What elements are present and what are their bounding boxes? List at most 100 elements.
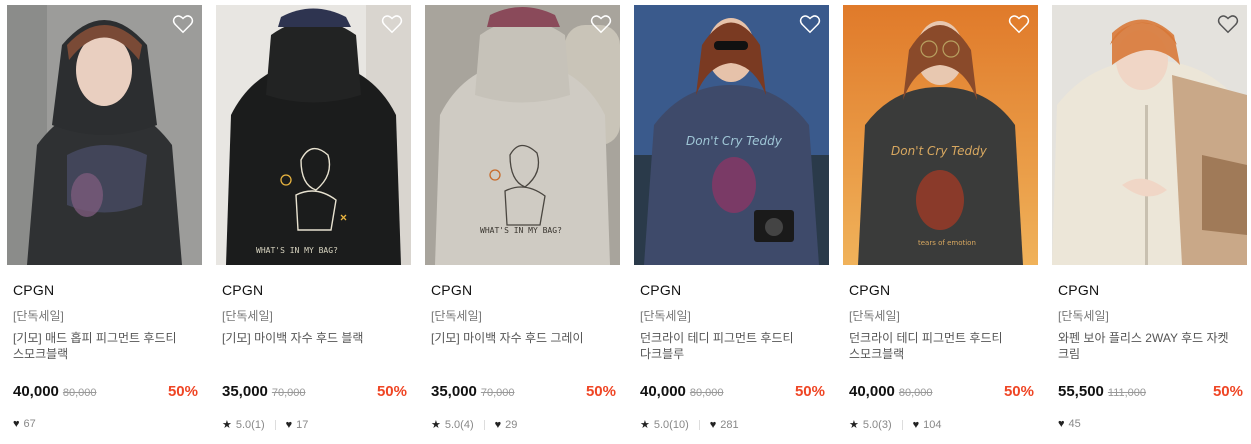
svg-text:Don't Cry Teddy: Don't Cry Teddy	[686, 134, 783, 148]
wishlist-heart-icon[interactable]	[799, 13, 821, 35]
sale-tag: [단독세일]	[13, 309, 64, 323]
product-price: 35,000 70,000	[431, 383, 515, 400]
product-name[interactable]: [기모] 마이백 자수 후드 블랙	[222, 330, 408, 346]
original-price: 80,000	[62, 387, 97, 399]
discount-rate: 50%	[1003, 383, 1034, 400]
product-brand[interactable]: CPGN	[222, 282, 263, 298]
divider	[274, 419, 276, 430]
discount-rate: 50%	[376, 383, 407, 400]
divider	[698, 419, 700, 430]
product-image[interactable]	[1052, 5, 1247, 265]
product-stats: ♥ 45	[1058, 418, 1081, 430]
sale-tag: [단독세일]	[849, 309, 900, 323]
product-card[interactable]: WHAT'S IN MY BAG? CPGN [단독세일] [기모] 마이백 자…	[216, 5, 411, 441]
divider	[483, 419, 485, 430]
product-stats: ★ 5.0(10) ♥ 281	[640, 418, 739, 432]
product-image[interactable]: WHAT'S IN MY BAG?	[216, 5, 411, 265]
product-photo: Don't Cry Teddy	[634, 5, 829, 265]
sale-price: 40,000	[640, 383, 686, 400]
svg-text:WHAT'S IN MY BAG?: WHAT'S IN MY BAG?	[256, 246, 338, 255]
sale-tag: [단독세일]	[1058, 309, 1109, 323]
sale-tag: [단독세일]	[431, 309, 482, 323]
like-count: 17	[296, 418, 309, 431]
sale-tag: [단독세일]	[222, 309, 273, 323]
product-photo	[1052, 5, 1247, 265]
star-icon: ★	[431, 419, 441, 431]
product-brand[interactable]: CPGN	[13, 282, 54, 298]
product-photo	[7, 5, 202, 265]
product-card[interactable]: WHAT'S IN MY BAG? CPGN [단독세일] [기모] 마이백 자…	[425, 5, 620, 441]
discount-rate: 50%	[585, 383, 616, 400]
product-name[interactable]: [기모] 매드 홉피 피그먼트 후드티 스모크블랙	[13, 330, 199, 362]
product-price: 40,000 80,000	[640, 383, 724, 400]
rating: 5.0(1)	[235, 418, 265, 431]
product-brand[interactable]: CPGN	[640, 282, 681, 298]
product-photo: WHAT'S IN MY BAG?	[216, 5, 411, 265]
heart-filled-icon: ♥	[1058, 418, 1065, 430]
wishlist-heart-icon[interactable]	[590, 13, 612, 35]
sale-price: 40,000	[849, 383, 895, 400]
product-photo: WHAT'S IN MY BAG?	[425, 5, 620, 265]
wishlist-heart-icon[interactable]	[172, 13, 194, 35]
product-brand[interactable]: CPGN	[849, 282, 890, 298]
discount-rate: 50%	[1212, 383, 1243, 400]
like-count: 104	[923, 418, 942, 431]
like-count: 281	[720, 418, 739, 431]
product-name[interactable]: 던크라이 테디 피그먼트 후드티 다크블루	[640, 330, 826, 362]
original-price: 70,000	[480, 387, 515, 399]
sale-price: 35,000	[431, 383, 477, 400]
product-stats: ★ 5.0(4) ♥ 29	[431, 418, 518, 432]
product-image[interactable]: Don't Cry Teddy tears of emotion	[843, 5, 1038, 265]
product-name[interactable]: [기모] 마이백 자수 후드 그레이	[431, 330, 617, 346]
rating: 5.0(3)	[862, 418, 892, 431]
product-stats: ★ 5.0(3) ♥ 104	[849, 418, 942, 432]
star-icon: ★	[640, 419, 650, 431]
original-price: 80,000	[689, 387, 724, 399]
product-brand[interactable]: CPGN	[1058, 282, 1099, 298]
like-count: 45	[1068, 418, 1081, 430]
svg-text:Don't Cry Teddy: Don't Cry Teddy	[891, 144, 988, 158]
product-price: 35,000 70,000	[222, 383, 306, 400]
heart-filled-icon: ♥	[285, 418, 293, 431]
svg-text:tears of emotion: tears of emotion	[918, 239, 976, 247]
sale-price: 55,500	[1058, 383, 1104, 400]
product-price: 55,500 111,000	[1058, 383, 1146, 400]
product-price: 40,000 80,000	[13, 383, 97, 400]
star-icon: ★	[849, 419, 859, 431]
sale-price: 40,000	[13, 383, 59, 400]
product-grid: CPGN [단독세일] [기모] 매드 홉피 피그먼트 후드티 스모크블랙 40…	[0, 0, 1251, 444]
original-price: 80,000	[898, 387, 933, 399]
product-card[interactable]: Don't Cry Teddy tears of emotion CPGN [단…	[843, 5, 1038, 441]
wishlist-heart-icon[interactable]	[1217, 13, 1239, 35]
original-price: 111,000	[1107, 387, 1147, 399]
product-card[interactable]: CPGN [단독세일] [기모] 매드 홉피 피그먼트 후드티 스모크블랙 40…	[7, 5, 202, 441]
svg-text:WHAT'S IN MY BAG?: WHAT'S IN MY BAG?	[480, 226, 562, 235]
product-price: 40,000 80,000	[849, 383, 933, 400]
rating: 5.0(4)	[444, 418, 474, 431]
heart-filled-icon: ♥	[13, 418, 20, 430]
like-count: 67	[23, 418, 36, 430]
product-name[interactable]: 와펜 보아 플리스 2WAY 후드 자켓 크림	[1058, 330, 1244, 362]
wishlist-heart-icon[interactable]	[1008, 13, 1030, 35]
product-image[interactable]: Don't Cry Teddy	[634, 5, 829, 265]
product-brand[interactable]: CPGN	[431, 282, 472, 298]
wishlist-heart-icon[interactable]	[381, 13, 403, 35]
star-icon: ★	[222, 419, 232, 431]
discount-rate: 50%	[167, 383, 198, 400]
original-price: 70,000	[271, 387, 306, 399]
sale-tag: [단독세일]	[640, 309, 691, 323]
product-photo: Don't Cry Teddy tears of emotion	[843, 5, 1038, 265]
heart-filled-icon: ♥	[494, 418, 502, 431]
product-name[interactable]: 던크라이 테디 피그먼트 후드티 스모크블랙	[849, 330, 1035, 362]
sale-price: 35,000	[222, 383, 268, 400]
like-count: 29	[505, 418, 518, 431]
product-image[interactable]	[7, 5, 202, 265]
divider	[901, 419, 903, 430]
heart-filled-icon: ♥	[709, 418, 717, 431]
discount-rate: 50%	[794, 383, 825, 400]
product-card[interactable]: Don't Cry Teddy CPGN [단독세일] 던크라이 테디 피그먼트…	[634, 5, 829, 441]
heart-filled-icon: ♥	[912, 418, 920, 431]
product-card[interactable]: CPGN [단독세일] 와펜 보아 플리스 2WAY 후드 자켓 크림 55,5…	[1052, 5, 1247, 441]
product-stats: ★ 5.0(1) ♥ 17	[222, 418, 309, 432]
product-image[interactable]: WHAT'S IN MY BAG?	[425, 5, 620, 265]
